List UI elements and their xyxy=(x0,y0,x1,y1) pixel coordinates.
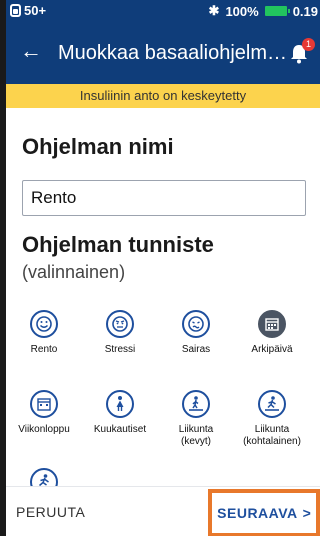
treadmill-moderate-icon xyxy=(258,390,286,418)
next-button-label: SEURAAVA xyxy=(217,505,298,521)
next-button[interactable]: SEURAAVA > xyxy=(208,489,320,536)
tag-rento[interactable]: Rento xyxy=(8,310,80,356)
status-left: 50+ xyxy=(10,3,46,18)
tag-sairas[interactable]: Sairas xyxy=(160,310,232,356)
tag-liikunta-kevyt[interactable]: Liikunta (kevyt) xyxy=(160,390,232,448)
app-header: ← Muokkaa basaaliohjelm… 1 xyxy=(6,22,320,84)
tag-label: Stressi xyxy=(104,344,136,355)
notification-badge: 1 xyxy=(302,38,315,51)
page-title: Muokkaa basaaliohjelm… xyxy=(58,42,288,64)
chevron-right-icon: > xyxy=(302,505,311,521)
optional-subtitle: (valinnainen) xyxy=(22,262,126,282)
tag-label: Rento xyxy=(30,344,58,355)
program-tag-heading: Ohjelman tunniste xyxy=(22,232,214,257)
tag-label: Kuukautiset xyxy=(93,424,147,435)
tag-label: Viikonloppu xyxy=(18,424,70,435)
battery-percent: 100% xyxy=(225,3,259,19)
stressed-face-icon xyxy=(106,310,134,338)
cancel-button[interactable]: PERUUTA xyxy=(16,504,85,520)
tag-label: Sairas xyxy=(181,344,211,355)
tag-liikunta-kohtalainen[interactable]: Liikunta (kohtalainen) xyxy=(236,390,308,448)
phone-screen: 50+ ✱ 100% 0.19 ← Muokkaa basaaliohjelm…… xyxy=(6,0,320,536)
treadmill-light-icon xyxy=(182,390,210,418)
status-bar: 50+ ✱ 100% 0.19 xyxy=(6,0,320,22)
back-arrow-icon[interactable]: ← xyxy=(20,40,42,62)
tag-label: Arkipäivä xyxy=(251,344,293,355)
tag-label: Liikunta (kohtalainen) xyxy=(243,424,301,447)
female-icon xyxy=(106,390,134,418)
tag-label: Liikunta (kevyt) xyxy=(178,424,214,447)
calendar-workday-icon xyxy=(258,310,286,338)
sick-face-icon xyxy=(182,310,210,338)
tag-stressi[interactable]: Stressi xyxy=(84,310,156,356)
battery-icon xyxy=(264,6,290,16)
insulin-level: 0.19 xyxy=(292,3,318,19)
status-right: ✱ 100% 0.19 xyxy=(209,3,318,19)
pod-icon xyxy=(10,4,21,17)
tag-arkipaiva[interactable]: Arkipäivä xyxy=(236,310,308,356)
smile-icon xyxy=(30,310,58,338)
notification-bell-icon[interactable]: 1 xyxy=(290,38,315,64)
calendar-weekend-icon xyxy=(30,390,58,418)
program-name-input[interactable]: Rento xyxy=(22,180,306,216)
program-name-heading: Ohjelman nimi xyxy=(22,134,174,159)
tag-viikonloppu[interactable]: Viikonloppu xyxy=(8,390,80,436)
signal-text: 50+ xyxy=(24,3,47,18)
bottom-action-bar: PERUUTA SEURAAVA > xyxy=(6,486,320,536)
suspended-banner: Insuliinin anto on keskeytetty xyxy=(6,84,320,108)
tag-kuukautiset[interactable]: Kuukautiset xyxy=(84,390,156,436)
bluetooth-icon: ✱ xyxy=(208,3,220,18)
